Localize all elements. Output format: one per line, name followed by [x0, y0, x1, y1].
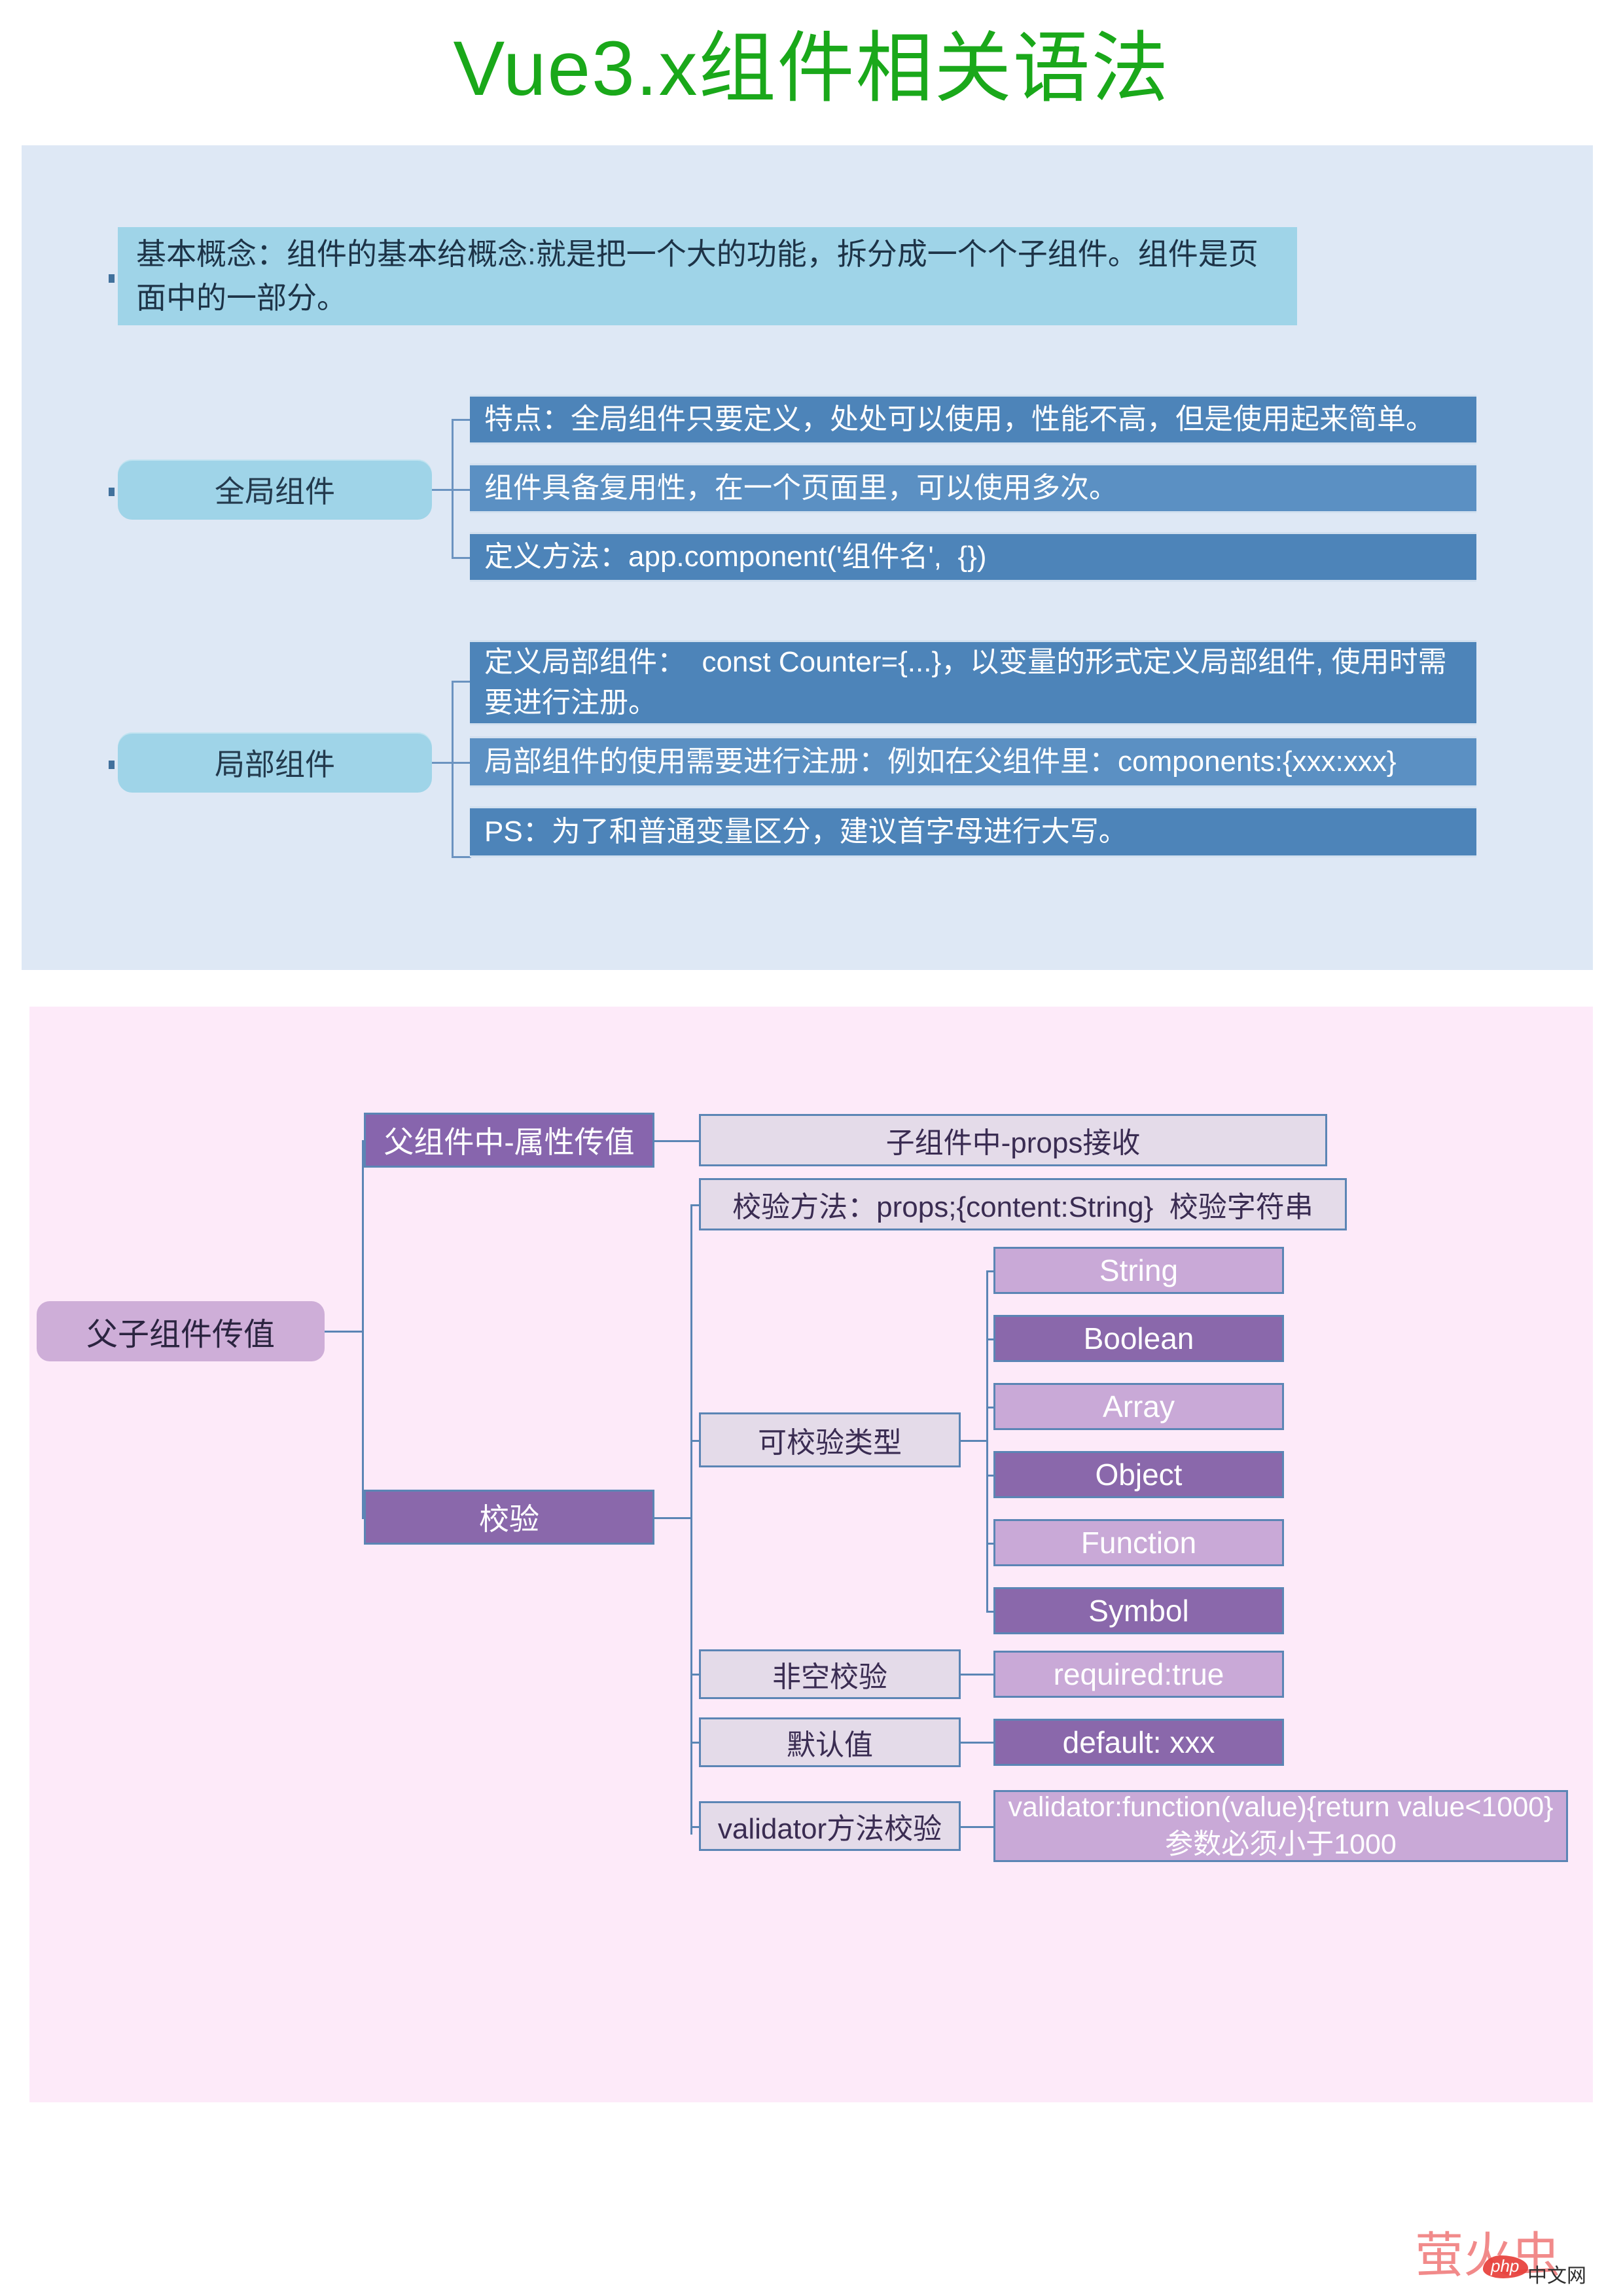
watermark: 萤火虫 php 中文网	[1415, 2229, 1611, 2292]
node-type-array: Array	[993, 1383, 1284, 1430]
node-validatable-types[interactable]: 可校验类型	[699, 1412, 961, 1467]
global-component-point-1: 特点：全局组件只要定义，处处可以使用，性能不高，但是使用起来简单。	[470, 395, 1476, 444]
basic-concept-box: 基本概念：组件的基本给概念:就是把一个大的功能，拆分成一个个子组件。组件是页面中…	[118, 227, 1297, 325]
connector-types-stem	[961, 1440, 988, 1442]
node-type-string: String	[993, 1247, 1284, 1294]
connector-local-3	[452, 856, 471, 858]
watermark-suffix: 中文网	[1527, 2265, 1586, 2287]
intro-connector-dot	[109, 274, 115, 283]
connector-validate-trunk	[690, 1204, 692, 1835]
connector-types-trunk	[986, 1270, 988, 1613]
node-validator-function: validator:function(value){return value<1…	[993, 1790, 1568, 1862]
connector-local-2	[452, 762, 471, 764]
local-component-point-2: 局部组件的使用需要进行注册：例如在父组件里：components:{xxx:xx…	[470, 736, 1476, 787]
node-type-object: Object	[993, 1451, 1284, 1498]
local-component-point-3: PS：为了和普通变量区分，建议首字母进行大写。	[470, 806, 1476, 857]
node-validator-method-label[interactable]: validator方法校验	[699, 1801, 961, 1851]
connector-validator	[961, 1826, 993, 1828]
node-required-true: required:true	[993, 1651, 1284, 1698]
page-title: Vue3.x组件相关语法	[453, 26, 1170, 112]
node-parent-child-props[interactable]: 父子组件传值	[37, 1301, 325, 1361]
node-type-symbol: Symbol	[993, 1587, 1284, 1634]
global-component-connector-dot	[109, 488, 115, 496]
global-component-point-2: 组件具备复用性，在一个页面里，可以使用多次。	[470, 463, 1476, 513]
connector-local-1	[452, 681, 471, 683]
connector-pass-to-child	[654, 1140, 700, 1142]
connector-global-2	[452, 489, 471, 491]
connector-local-trunk	[452, 681, 454, 857]
node-required-check[interactable]: 非空校验	[699, 1649, 961, 1699]
global-component-point-3: 定义方法：app.component('组件名', {})	[470, 532, 1476, 582]
node-validation-method: 校验方法：props;{content:String} 校验字符串	[699, 1178, 1347, 1230]
connector-root-stem	[325, 1331, 364, 1333]
connector-validate-stem	[654, 1517, 692, 1519]
node-global-component[interactable]: 全局组件	[118, 459, 432, 520]
props-section-panel	[29, 1007, 1593, 2102]
node-default-value: default: xxx	[993, 1719, 1284, 1766]
connector-required	[961, 1674, 993, 1676]
connector-root-trunk	[362, 1140, 364, 1518]
connector-local-stem	[432, 762, 453, 764]
local-component-point-1: 定义局部组件： const Counter={...}，以变量的形式定义局部组件…	[470, 640, 1476, 725]
connector-global-3	[452, 557, 471, 559]
node-type-function: Function	[993, 1519, 1284, 1566]
mindmap-page: Vue3.x组件相关语法 基本概念：组件的基本给概念:就是把一个大的功能，拆分成…	[0, 0, 1623, 2296]
connector-default	[961, 1742, 993, 1744]
node-child-props-receive: 子组件中-props接收	[699, 1114, 1327, 1166]
node-local-component[interactable]: 局部组件	[118, 732, 432, 793]
node-validation[interactable]: 校验	[364, 1490, 654, 1545]
local-component-connector-dot	[109, 761, 115, 769]
node-parent-attribute-pass[interactable]: 父组件中-属性传值	[364, 1113, 654, 1168]
connector-global-stem	[432, 489, 453, 491]
node-type-boolean: Boolean	[993, 1315, 1284, 1362]
connector-global-1	[452, 419, 471, 421]
node-default-value-label[interactable]: 默认值	[699, 1717, 961, 1767]
